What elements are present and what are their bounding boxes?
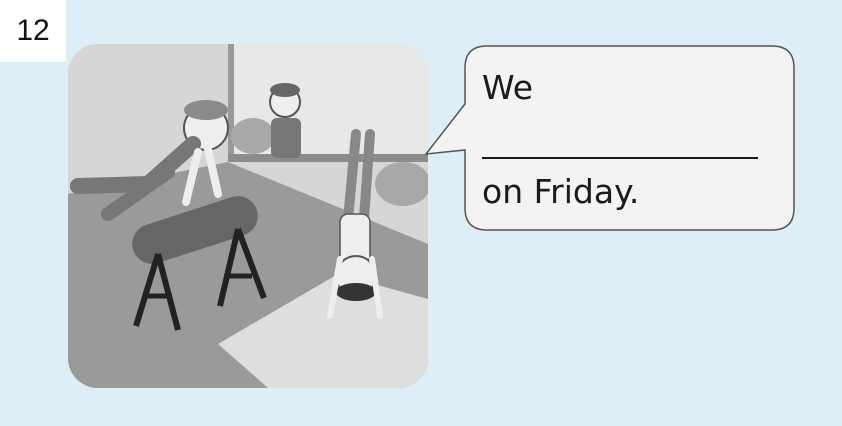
answer-blank-line[interactable] [482,157,758,159]
bubble-text-start: We [482,68,533,107]
speech-bubble: We on Friday. [0,0,842,426]
bubble-text-end: on Friday. [482,172,640,211]
